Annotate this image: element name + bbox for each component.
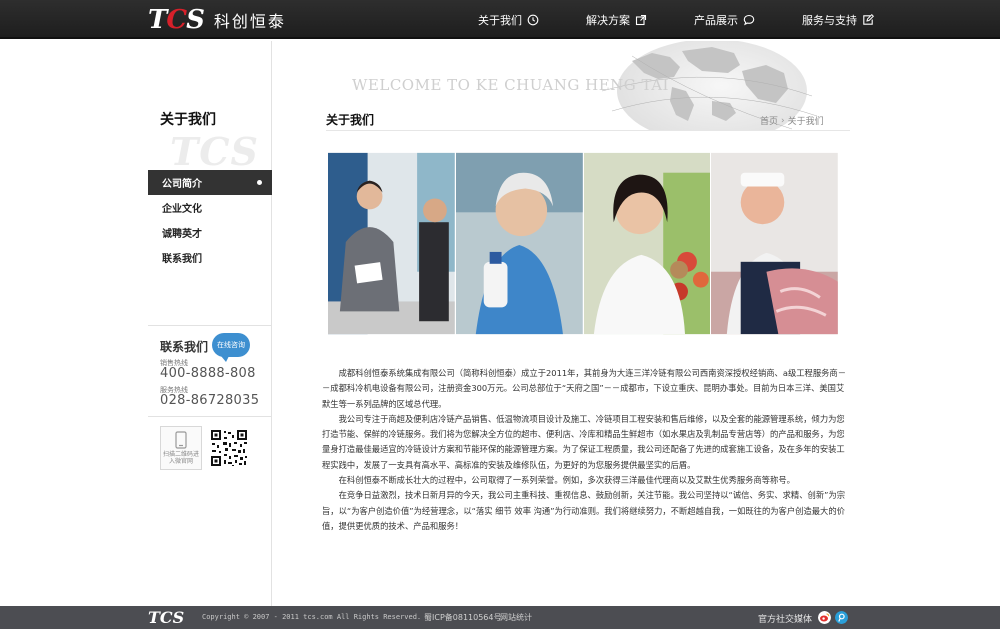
nav-label: 解决方案 <box>586 13 630 27</box>
sidebar-watermark: TCS <box>170 129 259 174</box>
company-intro-text: 成都科创恒泰系统集成有限公司（简称科创恒泰）成立于2011年，其前身为大连三洋冷… <box>322 366 850 534</box>
logo-text: 科创恒泰 <box>213 12 286 31</box>
main-nav: 关于我们 解决方案 产品展示 服务与支持 <box>478 0 921 39</box>
paragraph: 成都科创恒泰系统集成有限公司（简称科创恒泰）成立于2011年，其前身为大连三洋冷… <box>322 368 847 409</box>
sidebar-item-careers[interactable]: 诚聘英才 <box>148 220 272 245</box>
phone-icon <box>175 431 187 449</box>
breadcrumb: 首页 › 关于我们 <box>760 114 824 128</box>
edit-icon <box>862 13 874 26</box>
photo-young-woman <box>583 152 712 335</box>
sidebar-menu: 公司简介 企业文化 诚聘英才 联系我们 <box>148 170 272 270</box>
nav-item-products[interactable]: 产品展示 <box>694 0 755 39</box>
tencent-weibo-icon[interactable] <box>835 611 848 624</box>
divider <box>148 416 272 417</box>
service-hotline-number: 028-86728035 <box>160 393 260 408</box>
page-title: 关于我们 <box>326 113 375 127</box>
left-sidebar: 关于我们 TCS 公司简介 企业文化 诚聘英才 联系我们 联系我们 在线咨询 销… <box>148 41 272 606</box>
qr-caption: 扫描二维码进入微官网 <box>162 451 199 465</box>
chevron-right-icon: › <box>781 115 785 126</box>
social-label: 官方社交媒体 <box>758 615 813 625</box>
online-consult-button[interactable]: 在线咨询 <box>212 333 250 362</box>
nav-item-service[interactable]: 服务与支持 <box>802 0 874 39</box>
photo-receptionist <box>328 152 456 335</box>
nav-item-solutions[interactable]: 解决方案 <box>586 0 647 39</box>
divider <box>148 325 272 326</box>
clock-icon <box>527 14 539 26</box>
photo-butcher <box>711 152 839 335</box>
nav-label: 服务与支持 <box>802 13 857 27</box>
contact-title: 联系我们 <box>160 340 209 354</box>
paragraph: 在科创恒泰不断成长壮大的过程中，公司取得了一系列荣誉。例如，多次获得三洋最佳代理… <box>338 475 795 486</box>
nav-item-about[interactable]: 关于我们 <box>478 0 539 39</box>
weibo-icon[interactable] <box>818 611 831 624</box>
welcome-text: WELCOME TO KE CHUANG HENG TAI <box>352 76 669 94</box>
sidebar-item-label: 诚聘英才 <box>162 229 202 240</box>
nav-label: 关于我们 <box>478 13 522 27</box>
footer: TCS Copyright © 2007 - 2011 tcs.com All … <box>0 606 1000 629</box>
icp-link[interactable]: 蜀ICP备08110564号 <box>424 612 502 623</box>
divider <box>326 130 850 131</box>
external-link-icon <box>635 14 647 26</box>
sidebar-item-label: 联系我们 <box>162 254 202 265</box>
mobile-site-box[interactable]: 扫描二维码进入微官网 <box>160 426 202 470</box>
site-stats-link[interactable]: 网站统计 <box>500 612 532 623</box>
chat-bubble-icon <box>743 14 755 26</box>
sidebar-title: 关于我们 <box>160 112 216 128</box>
sales-hotline-number: 400-8888-808 <box>160 366 256 381</box>
site-logo[interactable]: TCS 科创恒泰 <box>148 5 286 35</box>
sidebar-item-contact[interactable]: 联系我们 <box>148 245 272 270</box>
nav-label: 产品展示 <box>694 13 738 27</box>
qr-code-icon <box>210 429 248 467</box>
breadcrumb-current: 关于我们 <box>787 117 824 127</box>
sidebar-item-culture[interactable]: 企业文化 <box>148 195 272 220</box>
photo-elderly-woman <box>455 152 584 335</box>
breadcrumb-home[interactable]: 首页 <box>760 114 778 127</box>
active-dot-icon <box>257 180 262 185</box>
logo-mark: TCS <box>148 5 205 35</box>
top-navigation-bar: TCS 科创恒泰 关于我们 解决方案 产品展示 服务与支持 <box>0 0 1000 39</box>
footer-logo: TCS <box>148 608 185 627</box>
photo-strip <box>328 152 839 335</box>
copyright-text: Copyright © 2007 - 2011 tcs.com All Righ… <box>202 613 422 621</box>
sidebar-item-label: 公司简介 <box>162 179 202 190</box>
sidebar-item-label: 企业文化 <box>162 204 202 215</box>
sidebar-item-company-profile[interactable]: 公司简介 <box>148 170 272 195</box>
paragraph: 在竞争日益激烈，技术日新月异的今天，我公司主重科技、重视信息、鼓励创新，关注节能… <box>322 490 846 531</box>
paragraph: 我公司专注于商超及便利店冷链产品销售、低温物流项目设计及施工、冷链项目工程安装和… <box>322 413 845 470</box>
